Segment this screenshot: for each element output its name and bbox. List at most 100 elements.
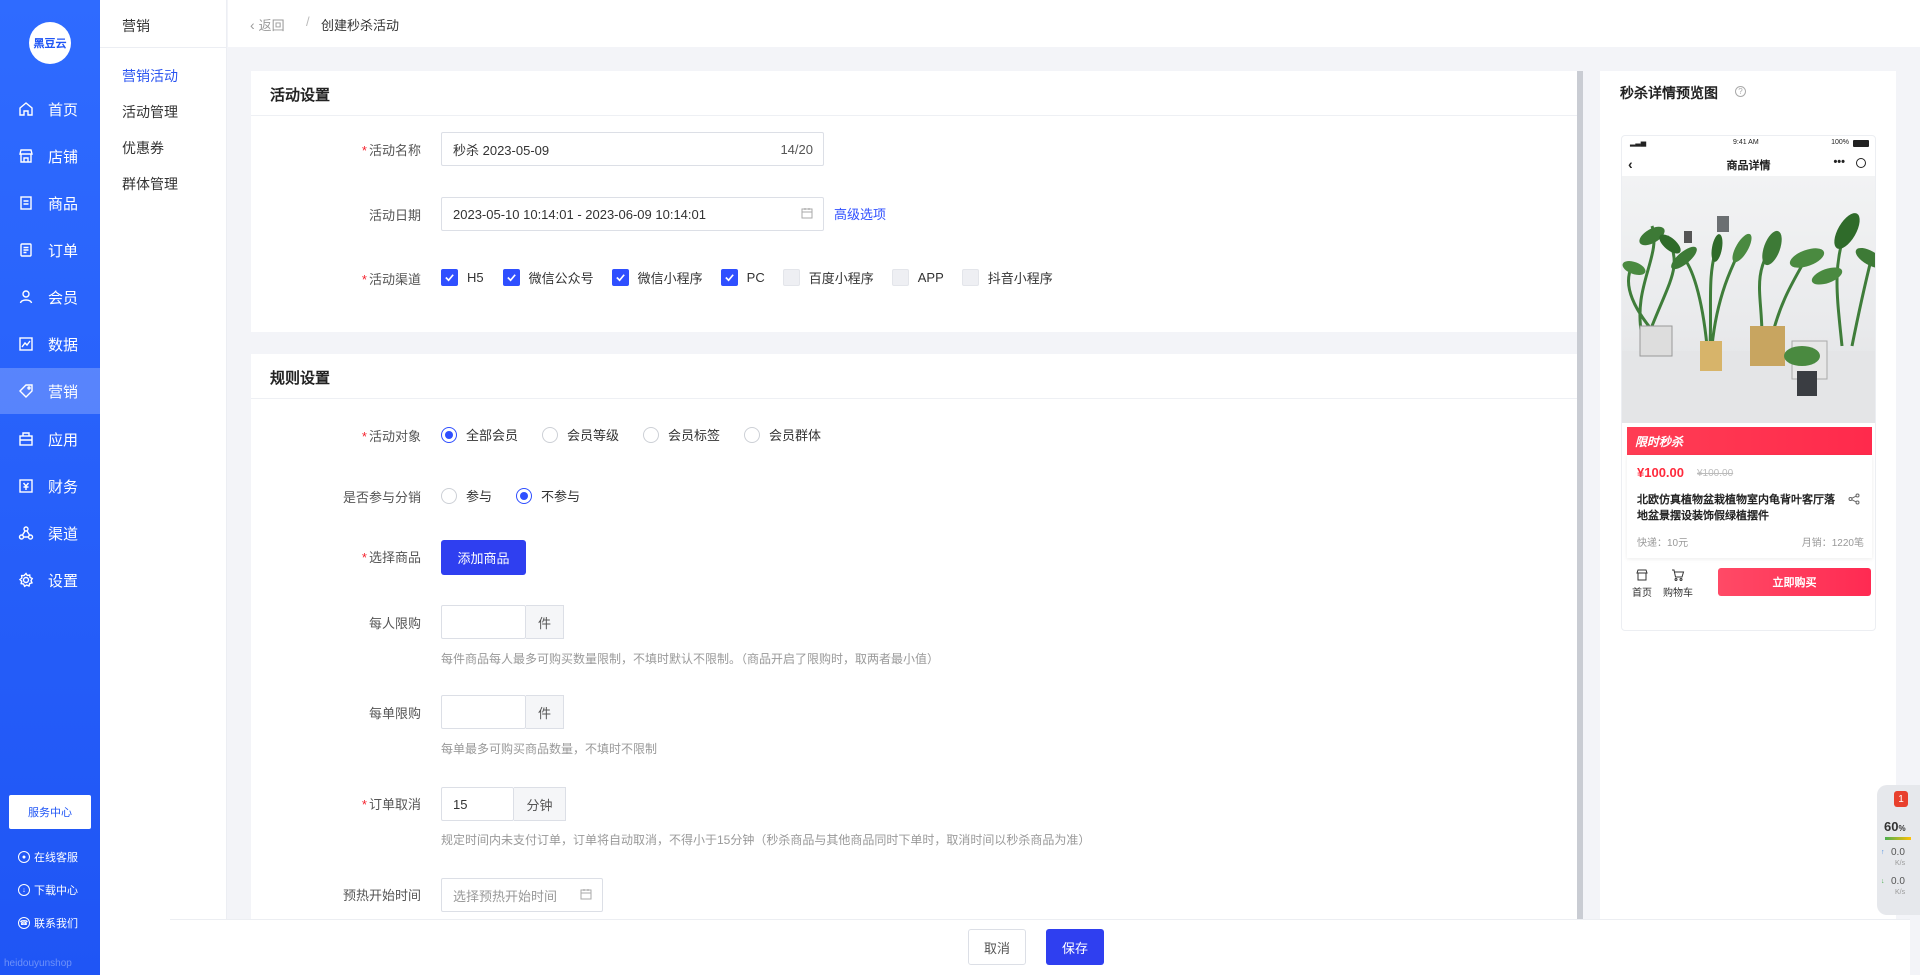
nav-item-product[interactable]: 商品 xyxy=(0,180,100,226)
channel-checkbox[interactable]: 抖音小程序 xyxy=(961,268,1053,287)
submenu-title: 营销 xyxy=(122,18,150,34)
data-icon xyxy=(18,336,34,352)
checkbox-checked-icon xyxy=(441,269,458,286)
tab-label: 首页 xyxy=(1632,588,1652,599)
activity-name-input[interactable]: 秒杀 2023-05-09 14/20 xyxy=(441,132,824,166)
nav-item-app[interactable]: 应用 xyxy=(0,416,100,462)
shipping-fee: 快递：10元 xyxy=(1637,538,1689,549)
nav-item-data[interactable]: 数据 xyxy=(0,321,100,367)
download-speed: 0.0 xyxy=(1891,876,1905,887)
add-product-button[interactable]: 添加商品 xyxy=(441,540,526,575)
share-icon[interactable] xyxy=(1848,493,1860,505)
checkbox-label: 微信公众号 xyxy=(528,271,594,286)
checkbox-checked-icon xyxy=(502,269,520,286)
order-cancel-hint: 规定时间内未支付订单，订单将自动取消，不得小于15分钟（秒杀商品与其他商品同时下… xyxy=(441,833,1091,847)
back-label: 返回 xyxy=(258,18,285,33)
radio-option[interactable]: 会员群体 xyxy=(744,425,821,444)
back-link[interactable]: ‹ 返回 xyxy=(250,15,285,34)
plant-illustration xyxy=(1622,213,1875,423)
channel-checkbox[interactable]: 百度小程序 xyxy=(782,268,874,287)
breadcrumb-separator: / xyxy=(306,14,310,29)
channel-checkbox[interactable]: H5 xyxy=(441,269,484,286)
download-icon: ↓ xyxy=(18,884,30,896)
save-button[interactable]: 保存 xyxy=(1046,929,1104,965)
nav-item-member[interactable]: 会员 xyxy=(0,274,100,320)
nav-label: 订单 xyxy=(48,242,79,260)
channel-checkbox[interactable]: PC xyxy=(720,269,765,286)
page-title: 创建秒杀活动 xyxy=(321,18,400,33)
submenu-item-coupon[interactable]: 优惠券 xyxy=(122,138,164,158)
phone-home-tab[interactable]: 首页 xyxy=(1624,568,1660,599)
rule-settings-card: 规则设置 * 活动对象 全部会员 会员等级 会员标签 会员群体 是否参与分销 参与 不参与… xyxy=(251,354,1577,919)
nav-item-finance[interactable]: 财务 xyxy=(0,463,100,509)
home-icon xyxy=(18,101,34,117)
info-icon[interactable]: ? xyxy=(1735,86,1746,97)
radio-option[interactable]: 参与 xyxy=(441,486,492,505)
checkbox-checked-icon xyxy=(720,269,738,286)
radio-option[interactable]: 不参与 xyxy=(516,486,580,505)
activity-date-label: 活动日期 xyxy=(368,208,421,223)
service-center-button[interactable]: 服务中心 xyxy=(9,795,91,829)
preview-panel: 秒杀详情预览图 ? ▂▃▅ 9:41 AM 100% ‹ 商品详情 ••• 限时… xyxy=(1600,71,1896,919)
preheat-start-label: 预热开始时间 xyxy=(342,888,421,903)
footer-action-bar: 取消 保存 xyxy=(170,919,1910,975)
phone-cart-tab[interactable]: 购物车 xyxy=(1660,568,1696,599)
radio-label: 不参与 xyxy=(541,489,581,504)
gear-icon xyxy=(18,572,34,588)
nav-item-channel[interactable]: 渠道 xyxy=(0,510,100,556)
finance-icon xyxy=(18,478,34,494)
per-person-limit-input[interactable] xyxy=(441,605,526,639)
submenu-item-group-management[interactable]: 群体管理 xyxy=(122,174,178,194)
checkbox-label: PC xyxy=(746,270,765,285)
store-icon xyxy=(1636,569,1648,581)
vertical-scrollbar[interactable] xyxy=(1577,71,1583,919)
radio-label: 会员等级 xyxy=(567,428,620,443)
submenu-item-marketing-activity[interactable]: 营销活动 xyxy=(122,66,178,86)
radio-option[interactable]: 全部会员 xyxy=(441,425,518,444)
per-order-limit-input[interactable] xyxy=(441,695,526,729)
submenu-item-activity-management[interactable]: 活动管理 xyxy=(122,102,178,122)
nav-item-home[interactable]: 首页 xyxy=(0,86,100,132)
cancel-button[interactable]: 取消 xyxy=(968,929,1026,965)
brand-logo[interactable]: 黑豆云 xyxy=(29,22,71,64)
nav-label: 商品 xyxy=(48,195,79,213)
target-icon xyxy=(1856,158,1866,168)
nav-item-settings[interactable]: 设置 xyxy=(0,557,100,603)
chevron-left-icon: ‹ xyxy=(250,16,255,33)
download-unit: K/s xyxy=(1895,889,1906,896)
online-service-link[interactable]: ● 在线客服 xyxy=(18,849,78,865)
advanced-options-link[interactable]: 高级选项 xyxy=(834,204,886,223)
radio-unselected-icon xyxy=(643,426,660,443)
buy-now-button[interactable]: 立即购买 xyxy=(1718,568,1871,596)
activity-date-picker[interactable]: 2023-05-10 10:14:01 - 2023-06-09 10:14:0… xyxy=(441,197,824,231)
date-range-value: 2023-05-10 10:14:01 - 2023-06-09 10:14:0… xyxy=(453,206,706,222)
unit-addon: 分钟 xyxy=(514,787,566,821)
flash-sale-banner: 限时秒杀 xyxy=(1627,427,1872,455)
radio-option[interactable]: 会员标签 xyxy=(643,425,720,444)
nav-item-shop[interactable]: 店铺 xyxy=(0,133,100,179)
nav-label: 营销 xyxy=(48,383,79,401)
section-title: 活动设置 xyxy=(270,87,331,104)
order-cancel-input[interactable]: 15 xyxy=(441,787,514,821)
radio-unselected-icon xyxy=(441,487,457,504)
nav-item-order[interactable]: 订单 xyxy=(0,227,100,273)
channel-checkbox[interactable]: APP xyxy=(891,269,944,286)
contact-us-link[interactable]: ☎ 联系我们 xyxy=(18,915,78,931)
preheat-placeholder: 选择预热开始时间 xyxy=(453,888,558,904)
radio-selected-icon xyxy=(441,426,457,443)
preheat-start-picker[interactable]: 选择预热开始时间 xyxy=(441,878,603,912)
system-monitor-widget[interactable]: 1 60% ↑ 0.0 K/s ↓ 0.0 K/s xyxy=(1877,785,1920,915)
cart-icon xyxy=(1672,569,1685,581)
divider xyxy=(100,47,227,48)
checkbox-unchecked-icon xyxy=(891,269,909,286)
download-center-link[interactable]: ↓ 下载中心 xyxy=(18,882,78,898)
radio-label: 会员群体 xyxy=(769,428,822,443)
channel-checkbox[interactable]: 微信公众号 xyxy=(502,268,594,287)
channel-checkbox[interactable]: 微信小程序 xyxy=(611,268,703,287)
nav-label: 数据 xyxy=(48,336,79,354)
radio-label: 全部会员 xyxy=(466,428,519,443)
shop-icon xyxy=(18,148,34,164)
chat-icon: ● xyxy=(18,851,30,863)
radio-option[interactable]: 会员等级 xyxy=(542,425,619,444)
nav-item-marketing[interactable]: 营销 xyxy=(0,368,100,414)
